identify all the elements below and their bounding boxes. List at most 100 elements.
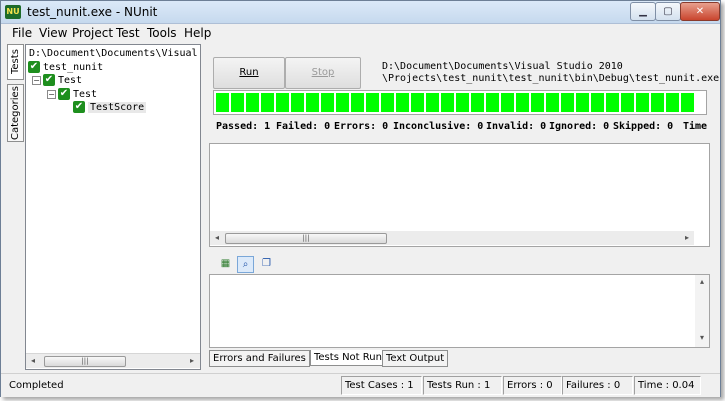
progress-segment xyxy=(471,93,484,112)
maximize-button[interactable]: ▢ xyxy=(655,2,681,21)
assembly-path-line1: D:\Document\Documents\Visual Studio 2010 xyxy=(382,61,623,72)
progress-segment xyxy=(291,93,304,112)
progress-segment xyxy=(486,93,499,112)
menu-file[interactable]: File xyxy=(12,26,32,40)
stack-trace-vertical-scrollbar[interactable]: ▴ ▾ xyxy=(695,275,709,347)
status-bar: Completed Test Cases : 1 Tests Run : 1 E… xyxy=(1,373,720,397)
scroll-up-icon[interactable]: ▴ xyxy=(695,275,709,289)
status-time: Time : 0.04 xyxy=(634,376,701,395)
passed-count: Passed: 1 xyxy=(216,121,271,132)
progress-segment xyxy=(261,93,274,112)
progress-segment xyxy=(546,93,559,112)
status-test-cases: Test Cases : 1 xyxy=(341,376,422,395)
tree-horizontal-scrollbar[interactable]: ◂ ||| ▸ xyxy=(26,353,200,368)
status-tests-run: Tests Run : 1 xyxy=(423,376,502,395)
scroll-down-icon[interactable]: ▾ xyxy=(695,331,709,345)
tab-errors-and-failures[interactable]: Errors and Failures xyxy=(209,350,310,367)
menu-bar: File View Project Test Tools Help xyxy=(1,24,720,42)
menu-help[interactable]: Help xyxy=(184,26,211,40)
progress-segment xyxy=(381,93,394,112)
tree-node-label: TestScore xyxy=(88,102,147,113)
invalid-count: Invalid: 0 xyxy=(486,121,547,132)
scroll-thumb[interactable]: ||| xyxy=(44,356,126,367)
progress-segment xyxy=(321,93,334,112)
tree-node-test-fixture[interactable]: ✔ Test xyxy=(58,88,97,101)
progress-segment xyxy=(366,93,379,112)
collapse-icon[interactable]: − xyxy=(32,76,41,85)
progress-segment xyxy=(456,93,469,112)
progress-segment xyxy=(576,93,589,112)
tab-text-output[interactable]: Text Output xyxy=(382,350,449,367)
test-tree[interactable]: D:\Document\Documents\Visual Studio ✔tes… xyxy=(25,44,201,370)
tree-node-test-nunit[interactable]: ✔ test_nunit xyxy=(28,61,103,74)
progress-segment xyxy=(681,93,694,112)
progress-segment xyxy=(306,93,319,112)
progress-segment xyxy=(276,93,289,112)
scroll-right-icon[interactable]: ▸ xyxy=(680,231,694,245)
tree-node-label: test_nunit xyxy=(43,62,104,73)
copy-icon[interactable]: ❐ xyxy=(259,256,274,271)
source-code-icon[interactable]: ⌕ xyxy=(237,256,254,273)
time-label: Time xyxy=(683,121,708,132)
assembly-path-line2: \Projects\test_nunit\test_nunit\bin\Debu… xyxy=(382,73,720,84)
menu-project[interactable]: Project xyxy=(72,26,113,40)
progress-segment xyxy=(666,93,679,112)
run-label: Run xyxy=(239,67,259,78)
close-button[interactable]: ✕ xyxy=(680,2,720,21)
progress-segment xyxy=(231,93,244,112)
tab-tests[interactable]: Tests xyxy=(7,44,24,80)
scroll-right-icon[interactable]: ▸ xyxy=(185,354,199,368)
passed-check-icon: ✔ xyxy=(43,74,55,86)
nunit-app-icon: NU xyxy=(5,5,21,19)
progress-bar xyxy=(213,90,707,115)
progress-segment xyxy=(561,93,574,112)
tree-node-label: Test xyxy=(73,89,98,100)
progress-segment xyxy=(651,93,664,112)
errors-list-pane[interactable]: ◂ ||| ▸ xyxy=(209,143,710,247)
progress-segment xyxy=(441,93,454,112)
tree-node-testscore[interactable]: ✔ TestScore xyxy=(73,101,147,114)
collapse-icon[interactable]: − xyxy=(47,90,56,99)
scroll-thumb[interactable]: ||| xyxy=(225,233,387,244)
tree-root-path: D:\Document\Documents\Visual Studio xyxy=(29,48,199,59)
progress-segment xyxy=(426,93,439,112)
stack-trace-pane[interactable]: ▴ ▾ xyxy=(209,274,710,348)
errors-count: Errors: 0 xyxy=(334,121,389,132)
failed-count: Failed: 0 xyxy=(276,121,331,132)
tab-tests-not-run[interactable]: Tests Not Run xyxy=(310,350,386,366)
status-message: Completed xyxy=(9,380,64,391)
passed-check-icon: ✔ xyxy=(73,101,85,113)
menu-test[interactable]: Test xyxy=(116,26,140,40)
menu-view[interactable]: View xyxy=(39,26,67,40)
progress-segment xyxy=(501,93,514,112)
progress-segment xyxy=(516,93,529,112)
tree-node-label: Test xyxy=(58,75,83,86)
progress-segment xyxy=(246,93,259,112)
ignored-count: Ignored: 0 xyxy=(549,121,610,132)
tab-categories[interactable]: Categories xyxy=(7,84,24,142)
progress-segment xyxy=(351,93,364,112)
progress-segment xyxy=(591,93,604,112)
window-title: test_nunit.exe - NUnit xyxy=(27,5,158,19)
scroll-left-icon[interactable]: ◂ xyxy=(210,231,224,245)
run-button[interactable]: Run xyxy=(213,57,285,89)
skipped-count: Skipped: 0 xyxy=(613,121,674,132)
nunit-window: NU test_nunit.exe - NUnit ▁ ▢ ✕ File Vie… xyxy=(0,0,721,397)
passed-check-icon: ✔ xyxy=(28,61,40,73)
title-bar: NU test_nunit.exe - NUnit ▁ ▢ ✕ xyxy=(1,1,720,24)
progress-segment xyxy=(621,93,634,112)
scroll-left-icon[interactable]: ◂ xyxy=(26,354,40,368)
progress-segment xyxy=(531,93,544,112)
progress-segment xyxy=(636,93,649,112)
side-tabs: Tests Categories xyxy=(7,44,24,364)
tree-node-test-namespace[interactable]: ✔ Test xyxy=(43,74,82,87)
menu-tools[interactable]: Tools xyxy=(147,26,177,40)
progress-segment xyxy=(336,93,349,112)
status-errors: Errors : 0 xyxy=(503,376,562,395)
progress-segment xyxy=(411,93,424,112)
progress-segment xyxy=(216,93,229,112)
stop-button[interactable]: Stop xyxy=(285,57,361,89)
grid-view-icon[interactable]: ▦ xyxy=(218,256,233,271)
errors-horizontal-scrollbar[interactable]: ◂ ||| ▸ xyxy=(210,231,694,245)
minimize-button[interactable]: ▁ xyxy=(630,2,656,21)
